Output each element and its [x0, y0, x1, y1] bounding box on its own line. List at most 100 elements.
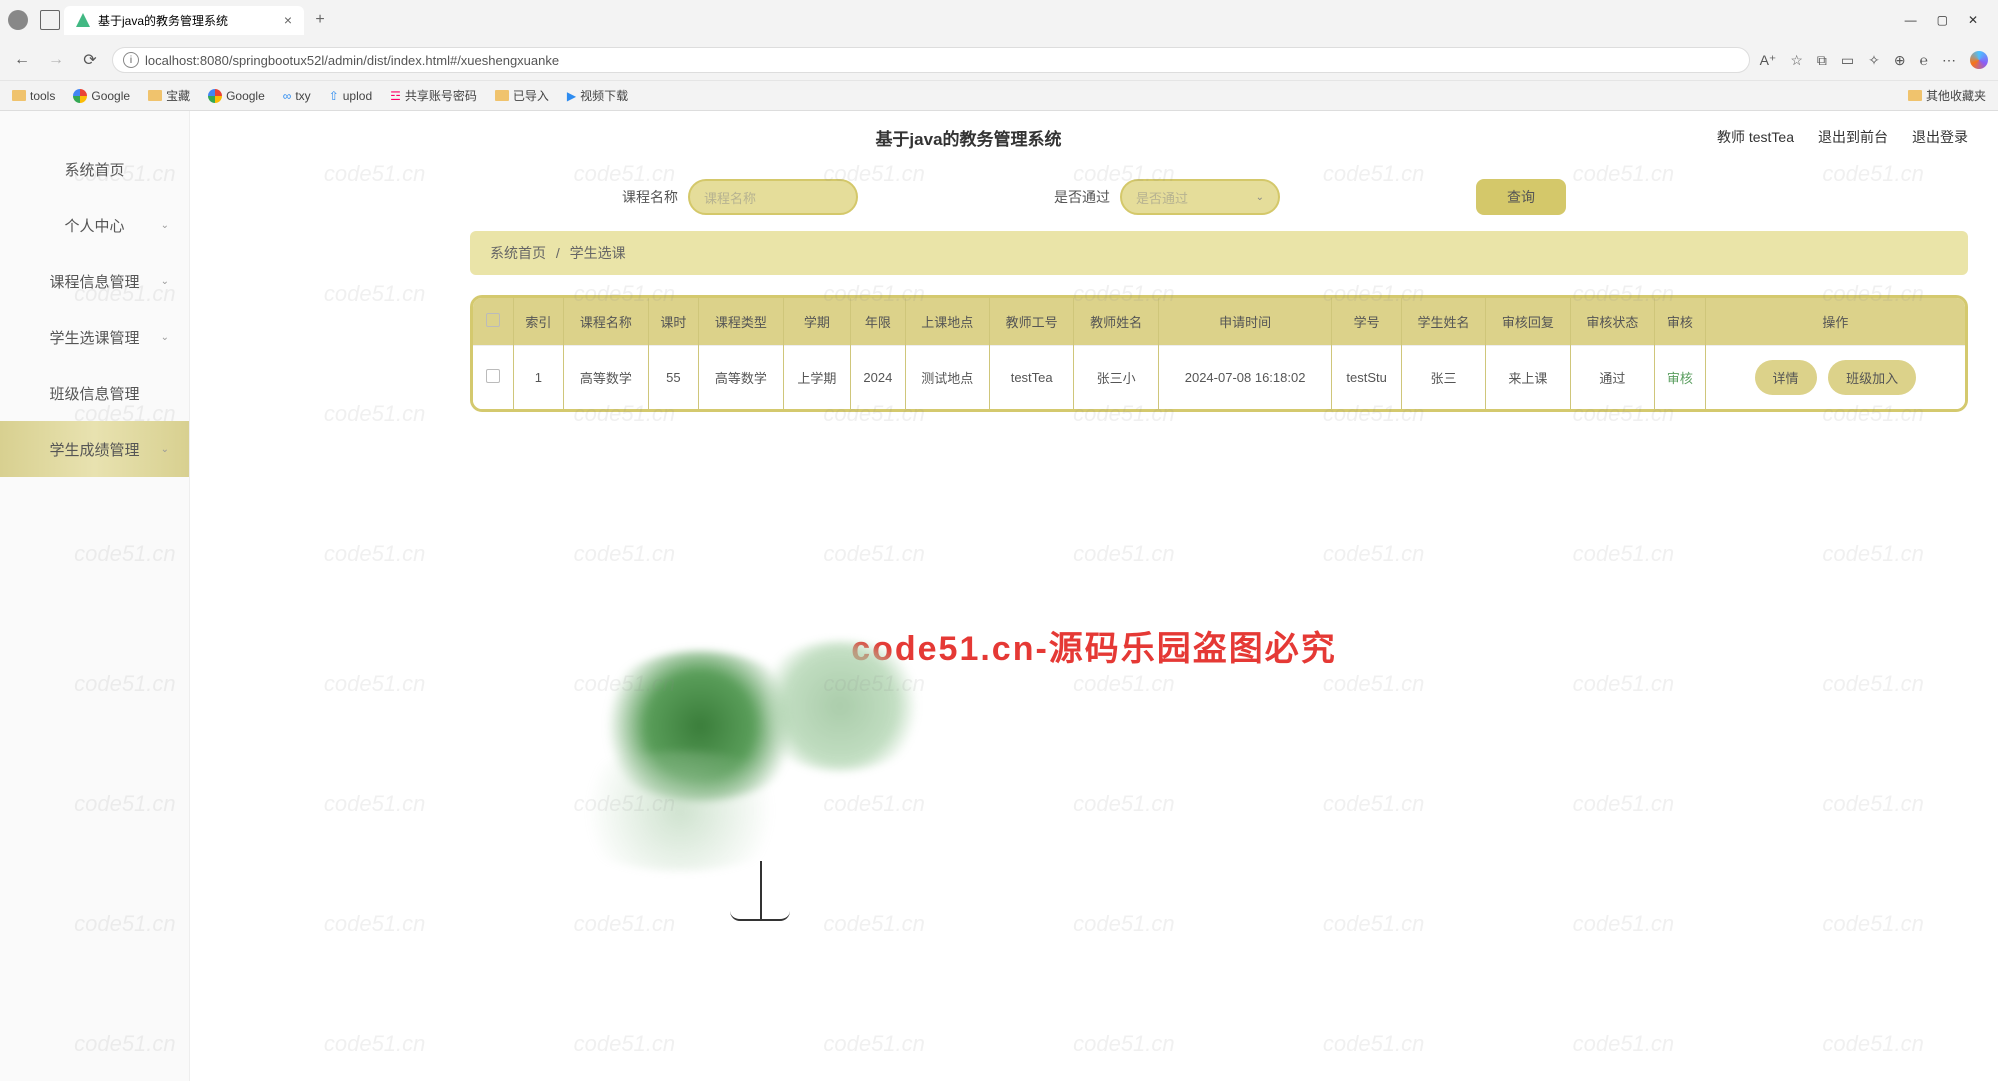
bookmark-other[interactable]: 其他收藏夹 — [1908, 87, 1986, 104]
url-input[interactable]: i localhost:8080/springbootux52l/admin/d… — [112, 47, 1750, 73]
cell-teacher-name: 张三小 — [1074, 346, 1158, 410]
table-header-row: 索引 课程名称 课时 课程类型 学期 年限 上课地点 教师工号 教师姓名 申请时… — [473, 298, 1965, 346]
sidebar-item-label: 课程信息管理 — [49, 271, 139, 292]
new-tab-button[interactable]: + — [308, 8, 332, 32]
copilot-icon[interactable] — [1970, 51, 1988, 69]
refresh-button[interactable]: ⟳ — [78, 48, 102, 72]
tab-close-icon[interactable]: × — [284, 12, 292, 28]
chevron-down-icon: ⌄ — [161, 220, 169, 231]
sidebar-item-student-grade[interactable]: 学生成绩管理 ⌄ — [0, 421, 189, 477]
th-student-id: 学号 — [1332, 298, 1401, 346]
data-table: 索引 课程名称 课时 课程类型 学期 年限 上课地点 教师工号 教师姓名 申请时… — [470, 295, 1968, 412]
search-row: 课程名称 课程名称 是否通过 是否通过 ⌄ 查询 — [190, 163, 1998, 231]
class-join-button[interactable]: 班级加入 — [1828, 360, 1916, 395]
th-location: 上课地点 — [905, 298, 989, 346]
detail-button[interactable]: 详情 — [1755, 360, 1817, 395]
sidebar-item-student-select[interactable]: 学生选课管理 ⌄ — [0, 309, 189, 365]
sidebar-item-label: 个人中心 — [64, 215, 124, 236]
th-operation: 操作 — [1705, 298, 1965, 346]
cell-course-name: 高等数学 — [564, 346, 648, 410]
cell-teacher-id: testTea — [989, 346, 1073, 410]
th-review: 审核 — [1655, 298, 1706, 346]
bookmark-video-dl[interactable]: ▶视频下载 — [567, 87, 628, 104]
breadcrumb-current: 学生选课 — [570, 245, 626, 261]
app-header: 基于java的教务管理系统 教师 testTea 退出到前台 退出登录 — [190, 111, 1998, 163]
perf-icon[interactable]: ℮ — [1920, 52, 1928, 68]
tab-bar: 基于java的教务管理系统 × + — ▢ ✕ — [0, 0, 1998, 40]
link-frontend[interactable]: 退出到前台 — [1818, 127, 1888, 147]
link-logout[interactable]: 退出登录 — [1912, 127, 1968, 147]
bookmark-txy[interactable]: ∞txy — [283, 89, 311, 103]
main-content: 基于java的教务管理系统 教师 testTea 退出到前台 退出登录 课程名称… — [190, 111, 1998, 1081]
th-student-name: 学生姓名 — [1401, 298, 1485, 346]
row-checkbox[interactable] — [486, 369, 500, 383]
bookmark-shared-account[interactable]: ☲共享账号密码 — [390, 87, 477, 104]
th-apply-time: 申请时间 — [1158, 298, 1332, 346]
collections-icon[interactable]: ▭ — [1841, 52, 1854, 69]
table-row: 1 高等数学 55 高等数学 上学期 2024 测试地点 testTea 张三小… — [473, 346, 1965, 410]
th-teacher-id: 教师工号 — [989, 298, 1073, 346]
th-hours: 课时 — [648, 298, 699, 346]
breadcrumb-home[interactable]: 系统首页 — [490, 245, 546, 261]
select-all-checkbox[interactable] — [486, 313, 500, 327]
cell-location: 测试地点 — [905, 346, 989, 410]
course-name-input[interactable]: 课程名称 — [688, 179, 858, 215]
chevron-down-icon: ⌄ — [161, 276, 169, 287]
sidebar-item-personal[interactable]: 个人中心 ⌄ — [0, 197, 189, 253]
cell-review-reply: 来上课 — [1486, 346, 1570, 410]
bookmark-treasure[interactable]: 宝藏 — [148, 87, 190, 104]
close-window-icon[interactable]: ✕ — [1968, 13, 1978, 27]
chevron-down-icon: ⌄ — [1256, 192, 1264, 203]
bookmark-imported[interactable]: 已导入 — [495, 87, 549, 104]
th-course-type: 课程类型 — [699, 298, 783, 346]
course-name-label: 课程名称 — [622, 187, 678, 207]
sidebar: 系统首页 个人中心 ⌄ 课程信息管理 ⌄ 学生选课管理 ⌄ 班级信息管理 学生成… — [0, 111, 190, 1081]
more-icon[interactable]: ⋯ — [1942, 52, 1956, 69]
address-bar: ← → ⟳ i localhost:8080/springbootux52l/a… — [0, 40, 1998, 80]
tab-title: 基于java的教务管理系统 — [98, 12, 228, 29]
cell-hours: 55 — [648, 346, 699, 410]
extension-icon[interactable]: ⧉ — [1817, 52, 1827, 69]
th-year: 年限 — [851, 298, 905, 346]
chevron-down-icon: ⌄ — [161, 444, 169, 455]
download-icon[interactable]: ⊕ — [1894, 52, 1906, 69]
bookmark-uplod[interactable]: ⇧uplod — [329, 89, 372, 103]
forward-button[interactable]: → — [44, 48, 68, 72]
cell-review-status: 通过 — [1570, 346, 1654, 410]
pass-label: 是否通过 — [1054, 187, 1110, 207]
cell-student-name: 张三 — [1401, 346, 1485, 410]
decorative-image — [490, 611, 1030, 971]
read-aloud-icon[interactable]: A⁺ — [1760, 52, 1777, 69]
sidebar-item-class-info[interactable]: 班级信息管理 — [0, 365, 189, 421]
favorites-icon[interactable]: ✧ — [1868, 52, 1880, 69]
bookmark-tools[interactable]: tools — [12, 89, 55, 103]
th-index: 索引 — [513, 298, 564, 346]
pass-select[interactable]: 是否通过 ⌄ — [1120, 179, 1280, 215]
browser-tab[interactable]: 基于java的教务管理系统 × — [64, 6, 304, 35]
back-button[interactable]: ← — [10, 48, 34, 72]
sidebar-item-course-info[interactable]: 课程信息管理 ⌄ — [0, 253, 189, 309]
th-teacher-name: 教师姓名 — [1074, 298, 1158, 346]
sidebar-item-label: 系统首页 — [64, 159, 124, 180]
th-semester: 学期 — [783, 298, 851, 346]
user-info[interactable]: 教师 testTea — [1717, 127, 1794, 147]
site-info-icon[interactable]: i — [123, 52, 139, 68]
maximize-icon[interactable]: ▢ — [1937, 13, 1948, 27]
sidebar-item-label: 学生选课管理 — [49, 327, 139, 348]
profile-icon[interactable] — [8, 10, 28, 30]
sidebar-item-label: 学生成绩管理 — [49, 439, 139, 460]
cell-index: 1 — [513, 346, 564, 410]
tabs-overview-icon[interactable] — [40, 10, 60, 30]
query-button[interactable]: 查询 — [1476, 179, 1566, 215]
bookmark-google-2[interactable]: Google — [208, 89, 265, 103]
sidebar-item-home[interactable]: 系统首页 — [0, 141, 189, 197]
bookmark-google-1[interactable]: Google — [73, 89, 130, 103]
breadcrumb-separator: / — [556, 245, 560, 261]
star-icon[interactable]: ☆ — [1790, 52, 1803, 69]
review-link[interactable]: 审核 — [1667, 371, 1693, 386]
app-container: 系统首页 个人中心 ⌄ 课程信息管理 ⌄ 学生选课管理 ⌄ 班级信息管理 学生成… — [0, 111, 1998, 1081]
url-text: localhost:8080/springbootux52l/admin/dis… — [145, 53, 559, 68]
cell-semester: 上学期 — [783, 346, 851, 410]
app-title: 基于java的教务管理系统 — [220, 125, 1717, 150]
minimize-icon[interactable]: — — [1905, 13, 1917, 27]
